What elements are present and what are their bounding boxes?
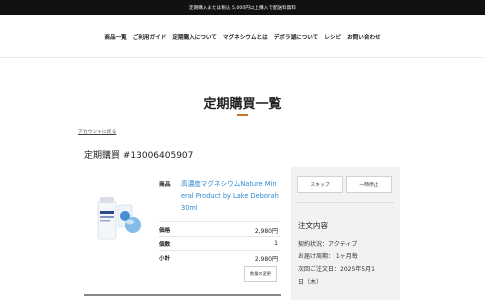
contract-status: 契約状況：アクティブ: [298, 241, 358, 248]
skip-button[interactable]: スキップ: [297, 176, 343, 193]
title-underline: [237, 114, 248, 116]
pause-button[interactable]: 一時停止: [346, 176, 392, 193]
main-nav: 商品一覧 ご利用ガイド 定期購入について マグネシウムとは デボラ湖について レ…: [0, 33, 485, 41]
nav-item-guide[interactable]: ご利用ガイド: [133, 33, 167, 41]
announcement-bar: 定期購入または税込 5,000円以上購入で配送料無料: [0, 0, 485, 15]
product-card: 商品 高濃度マグネシウムNature Mineral Product by La…: [84, 167, 282, 300]
subtotal-label: 小計: [159, 256, 171, 262]
product-image[interactable]: [92, 185, 144, 245]
order-summary-panel: スキップ 一時停止 注文内容 契約状況：アクティブ お届け周期： 1ヶ月毎 次回…: [291, 167, 400, 300]
subtotal-value: 2,980円: [254, 256, 278, 263]
quantity-value: 1: [274, 240, 278, 247]
page-title: 定期購買一覧: [203, 97, 282, 112]
nav-item-subscription[interactable]: 定期購入について: [172, 33, 217, 41]
next-order-date-cont: 日（木）: [298, 279, 323, 286]
price-label: 価格: [159, 228, 171, 234]
nav-item-lake-deborah[interactable]: デボラ湖について: [274, 33, 319, 41]
row-divider: [159, 221, 280, 222]
card-bottom-border: [84, 294, 281, 296]
price-value: 2,980円: [254, 228, 278, 235]
announcement-text: 定期購入または税込 5,000円以上購入で配送料無料: [189, 5, 296, 11]
next-order-date: 次回ご注文日：2025年5月1: [298, 266, 375, 273]
order-details-heading: 注文内容: [298, 221, 328, 230]
product-label: 商品: [159, 182, 171, 188]
back-to-account-link[interactable]: アカウントに戻る: [78, 128, 116, 135]
nav-item-products[interactable]: 商品一覧: [104, 33, 126, 41]
change-quantity-button[interactable]: 数量の変更: [244, 266, 277, 282]
subscription-heading: 定期購買 #13006405907: [84, 151, 194, 161]
nav-divider: [0, 57, 485, 58]
quantity-label: 個数: [159, 242, 171, 248]
nav-item-recipes[interactable]: レシピ: [324, 33, 341, 41]
product-name-link[interactable]: 高濃度マグネシウムNature Mineral Product by Lake …: [181, 178, 279, 214]
row-divider: [159, 236, 280, 237]
nav-item-contact[interactable]: お問い合わせ: [347, 33, 381, 41]
delivery-cycle: お届け周期： 1ヶ月毎: [298, 253, 358, 260]
panel-divider: [297, 202, 394, 203]
nav-item-magnesium[interactable]: マグネシウムとは: [223, 33, 268, 41]
row-divider: [159, 250, 280, 251]
